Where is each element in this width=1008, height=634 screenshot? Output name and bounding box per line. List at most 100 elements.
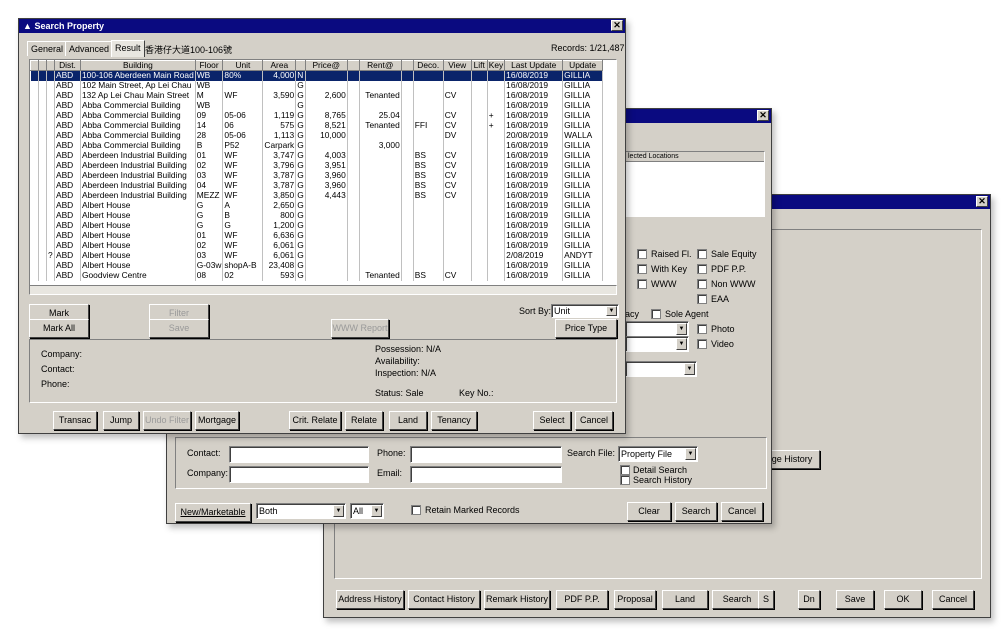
table-row[interactable]: ABD 102 Main Street, Ap Lei Chau WB G 16/08/… bbox=[30, 80, 604, 91]
contact-history-button[interactable]: Contact History bbox=[408, 590, 480, 609]
search-button[interactable]: Search bbox=[712, 590, 762, 609]
table-row[interactable]: ABD Goodview Centre 08 02 593 G Tenanted BS CV 16… bbox=[30, 270, 604, 281]
column-header[interactable]: Dist. bbox=[54, 60, 81, 71]
dn-button[interactable]: Dn bbox=[798, 590, 820, 609]
contact-input[interactable] bbox=[229, 446, 369, 463]
results-table[interactable]: Dist. Building Floor Unit Area Price@ Rent@ Dec… bbox=[30, 60, 604, 281]
price-type-button[interactable]: Price Type bbox=[555, 319, 617, 338]
www-report-button[interactable]: WWW Report bbox=[331, 319, 389, 338]
sale-equity-checkbox[interactable] bbox=[697, 249, 707, 259]
page-history-button[interactable]: ge History bbox=[764, 450, 820, 469]
close-icon[interactable]: ✕ bbox=[611, 20, 623, 31]
table-row[interactable]: ABD Albert House 01 WF 6,636 G 16/08/2019 GILLI… bbox=[30, 230, 604, 241]
tenancy-button[interactable]: Tenancy bbox=[431, 411, 477, 430]
search-button[interactable]: Search bbox=[675, 502, 717, 521]
land-button[interactable]: Land bbox=[389, 411, 427, 430]
clear-button[interactable]: Clear bbox=[627, 502, 671, 521]
ok-button[interactable]: OK bbox=[884, 590, 922, 609]
tab-result[interactable]: Result bbox=[111, 40, 145, 57]
column-header[interactable]: Price@ bbox=[304, 60, 348, 71]
filter-select-3[interactable]: ▼ bbox=[625, 361, 697, 377]
search-history-checkbox[interactable] bbox=[620, 475, 630, 485]
remark-history-button[interactable]: Remark History bbox=[484, 590, 550, 609]
phone-input[interactable] bbox=[410, 446, 562, 463]
new-marketable-button[interactable]: New/Marketable bbox=[175, 503, 251, 522]
raised-fl-checkbox[interactable] bbox=[637, 249, 647, 259]
horizontal-scrollbar[interactable] bbox=[29, 285, 617, 295]
photo-checkbox[interactable] bbox=[697, 324, 707, 334]
chevron-down-icon[interactable]: ▼ bbox=[685, 448, 696, 460]
non-www-checkbox[interactable] bbox=[697, 279, 707, 289]
column-header[interactable] bbox=[295, 60, 306, 71]
filter-select-1[interactable]: ▼ bbox=[625, 321, 689, 337]
table-row[interactable]: ABD Albert House G B 800 G 16/08/2019 GILLIA bbox=[30, 210, 604, 221]
detail-search-checkbox[interactable] bbox=[620, 465, 630, 475]
table-row[interactable]: ABD Albert House 02 WF 6,061 G 16/08/2019 GILLI… bbox=[30, 240, 604, 251]
column-header[interactable]: Update bbox=[562, 60, 604, 71]
column-header[interactable] bbox=[400, 60, 414, 71]
chevron-down-icon[interactable]: ▼ bbox=[676, 338, 687, 350]
table-row[interactable]: ABD Albert House G A 2,650 G 16/08/2019 GILLIA bbox=[30, 200, 604, 211]
search-file-select[interactable]: Property File ▼ bbox=[618, 446, 698, 462]
land-button[interactable]: Land bbox=[662, 590, 708, 609]
select-button[interactable]: Select bbox=[533, 411, 571, 430]
marketable-select[interactable]: Both ▼ bbox=[256, 503, 346, 519]
retain-marked-checkbox[interactable] bbox=[411, 505, 421, 515]
tab-general[interactable]: General bbox=[27, 41, 68, 56]
selected-locations-list[interactable]: lected Locations bbox=[625, 151, 765, 217]
table-row[interactable]: ABD Aberdeen Industrial Building MEZZ WF 3,8… bbox=[30, 190, 604, 201]
column-header[interactable] bbox=[46, 60, 55, 71]
relate-button[interactable]: Relate bbox=[345, 411, 383, 430]
table-row[interactable]: ABD 132 Ap Lei Chau Main Street M WF 3,590 G 2… bbox=[30, 90, 604, 101]
pdf-pp-button[interactable]: PDF P.P. bbox=[556, 590, 608, 609]
table-row[interactable]: ABD Aberdeen Industrial Building 03 WF 3,787… bbox=[30, 170, 604, 181]
all-select[interactable]: All ▼ bbox=[350, 503, 384, 519]
jump-button[interactable]: Jump bbox=[103, 411, 139, 430]
crit-relate-button[interactable]: Crit. Relate bbox=[289, 411, 341, 430]
undo-filter-button[interactable]: Undo Filter bbox=[143, 411, 191, 430]
column-header[interactable]: Floor bbox=[194, 60, 224, 71]
table-row[interactable]: ABD Aberdeen Industrial Building 04 WF 3,787… bbox=[30, 180, 604, 191]
close-icon[interactable]: ✕ bbox=[976, 196, 988, 207]
save-button[interactable]: Save bbox=[836, 590, 874, 609]
chevron-down-icon[interactable]: ▼ bbox=[676, 323, 687, 335]
results-grid[interactable]: Dist. Building Floor Unit Area Price@ Rent@ Dec… bbox=[29, 59, 617, 295]
pdf-pp-checkbox[interactable] bbox=[697, 264, 707, 274]
filter-select-2[interactable]: ▼ bbox=[625, 336, 689, 352]
chevron-down-icon[interactable]: ▼ bbox=[606, 306, 617, 316]
column-header[interactable] bbox=[30, 60, 39, 71]
column-header[interactable]: Last Update bbox=[504, 60, 564, 71]
with-key-checkbox[interactable] bbox=[637, 264, 647, 274]
table-row[interactable]: ABD Aberdeen Industrial Building 02 WF 3,796… bbox=[30, 160, 604, 171]
video-checkbox[interactable] bbox=[697, 339, 707, 349]
column-header[interactable]: Key bbox=[486, 60, 506, 71]
address-history-button[interactable]: Address History bbox=[336, 590, 404, 609]
chevron-down-icon[interactable]: ▼ bbox=[371, 505, 382, 517]
column-header[interactable]: Deco. bbox=[412, 60, 444, 71]
proposal-button[interactable]: Proposal bbox=[614, 590, 656, 609]
table-row[interactable]: ABD 100-106 Aberdeen Main Road WB 80% 4,000 N… bbox=[30, 70, 604, 81]
table-row[interactable]: ABD Abba Commercial Building 28 05-06 1,113 G… bbox=[30, 130, 604, 141]
cancel-button[interactable]: Cancel bbox=[932, 590, 974, 609]
mortgage-button[interactable]: Mortgage bbox=[195, 411, 239, 430]
column-header[interactable]: Lift bbox=[470, 60, 488, 71]
www-checkbox[interactable] bbox=[637, 279, 647, 289]
chevron-down-icon[interactable]: ▼ bbox=[333, 505, 344, 517]
table-row[interactable]: ABD Abba Commercial Building 14 06 575 G 8,521… bbox=[30, 120, 604, 131]
table-row[interactable]: ? ABD Albert House 03 WF 6,061 G 2/08/2019 ANDYT bbox=[30, 250, 604, 261]
mark-all-button[interactable]: Mark All bbox=[29, 319, 89, 338]
table-row[interactable]: ABD Aberdeen Industrial Building 01 WF 3,747… bbox=[30, 150, 604, 161]
column-header[interactable]: Area bbox=[262, 60, 297, 71]
sort-by-select[interactable]: Unit ▼ bbox=[551, 304, 619, 318]
table-row[interactable]: ABD Albert House G-03w shopA-B 23,408 G 16/08/… bbox=[30, 260, 604, 271]
save-button[interactable]: Save bbox=[149, 319, 209, 338]
transac-button[interactable]: Transac bbox=[53, 411, 97, 430]
cancel-button[interactable]: Cancel bbox=[721, 502, 763, 521]
table-row[interactable]: ABD Abba Commercial Building B P52 Carpark G 3… bbox=[30, 140, 604, 151]
email-input[interactable] bbox=[410, 466, 562, 483]
cancel-button[interactable]: Cancel bbox=[575, 411, 613, 430]
sole-agent-checkbox[interactable] bbox=[651, 309, 661, 319]
column-header[interactable] bbox=[38, 60, 47, 71]
table-row[interactable]: ABD Albert House G G 1,200 G 16/08/2019 GILLIA bbox=[30, 220, 604, 231]
column-header[interactable]: Rent@ bbox=[358, 60, 402, 71]
